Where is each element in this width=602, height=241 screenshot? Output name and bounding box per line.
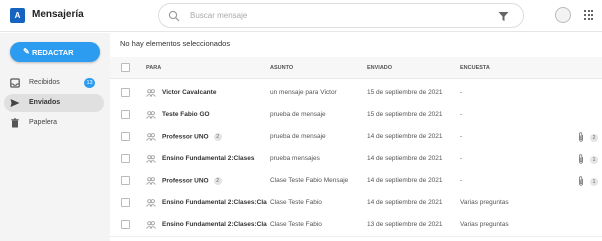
recipient-cell: Teste Fabio GO	[162, 111, 210, 118]
row-checkbox[interactable]	[121, 110, 130, 119]
table-header: PARA ASUNTO ENVIADO ENCUESTA	[110, 57, 602, 79]
sidebar: ✎ REDACTAR Recibidos 13 Enviados Papeler…	[0, 33, 110, 241]
sent-date-cell: 14 de septiembre de 2021	[367, 155, 443, 162]
pencil-icon: ✎	[23, 47, 30, 56]
group-icon	[146, 133, 156, 143]
attachment-count-badge: 1	[590, 156, 598, 164]
apps-grid-icon[interactable]	[584, 10, 594, 20]
sidebar-item-label: Enviados	[29, 99, 61, 106]
selection-status: No hay elementos seleccionados	[120, 39, 231, 48]
sidebar-item-label: Papelera	[29, 119, 58, 126]
recipient-count-badge: 2	[213, 133, 222, 141]
recipient-name: Teste Fabio GO	[162, 111, 210, 118]
group-icon	[146, 221, 156, 231]
table-row[interactable]: Ensino Fundamental 2:Clases prueba mensaj…	[110, 148, 602, 171]
attachment-count-badge: 1	[590, 178, 598, 186]
paperclip-icon[interactable]	[578, 154, 584, 166]
sidebar-item-enviados[interactable]: Enviados	[4, 94, 104, 112]
sidebar-item-papelera[interactable]: Papelera	[4, 114, 104, 132]
send-icon	[10, 98, 20, 108]
app-logo[interactable]: A	[10, 8, 25, 23]
inbox-icon	[10, 78, 20, 88]
compose-button[interactable]: ✎ REDACTAR	[10, 42, 100, 62]
row-checkbox[interactable]	[121, 154, 130, 163]
table-row[interactable]: Ensino Fundamental 2:Clases:Cla Clase Tes…	[110, 214, 602, 237]
sidebar-item-label: Recibidos	[29, 79, 60, 86]
survey-cell: Varias preguntas	[460, 221, 509, 228]
app-title: Mensajería	[32, 9, 84, 20]
sidebar-item-recibidos[interactable]: Recibidos 13	[4, 74, 104, 92]
table-row[interactable]: Professor UNO 2 prueba de mensaje 14 de sep…	[110, 126, 602, 149]
survey-cell: Varias preguntas	[460, 199, 509, 206]
row-checkbox[interactable]	[121, 176, 130, 185]
recipient-name: Professor UNO	[162, 177, 209, 185]
recipient-cell: Victor Cavalcante	[162, 89, 216, 96]
recipient-name: Ensino Fundamental 2:Clases	[162, 155, 255, 162]
survey-cell: -	[460, 111, 463, 118]
sent-date-cell: 15 de septiembre de 2021	[367, 89, 443, 96]
unread-badge: 13	[84, 78, 95, 88]
group-icon	[146, 155, 156, 165]
table-row[interactable]: Ensino Fundamental 2:Clases:Cla Clase Tes…	[110, 192, 602, 215]
table-row[interactable]: Teste Fabio GO prueba de mensaje 15 de sep…	[110, 104, 602, 127]
trash-icon	[10, 118, 20, 128]
message-list-panel: No hay elementos seleccionados PARA ASUN…	[110, 33, 602, 241]
table-row[interactable]: Professor UNO 2 Clase Teste Fabio Mensaje 1…	[110, 170, 602, 193]
survey-cell: -	[460, 155, 463, 162]
group-icon	[146, 89, 156, 99]
subject-cell: Clase Teste Fabio	[270, 199, 322, 206]
recipient-name: Professor UNO	[162, 133, 209, 141]
table-row[interactable]: Victor Cavalcante un mensaje para Victor 1…	[110, 82, 602, 105]
subject-cell: prueba de mensaje	[270, 133, 326, 140]
recipient-cell: Professor UNO 2	[162, 177, 222, 185]
recipient-name: Ensino Fundamental 2:Clases:Cla	[162, 221, 267, 228]
top-bar: A Mensajería Buscar mensaje	[0, 0, 602, 32]
sent-date-cell: 13 de septiembre de 2021	[367, 221, 443, 228]
column-header-asunto[interactable]: ASUNTO	[270, 65, 293, 71]
sent-date-cell: 14 de septiembre de 2021	[367, 177, 443, 184]
recipient-name: Ensino Fundamental 2:Clases:Cla	[162, 199, 267, 206]
group-icon	[146, 111, 156, 121]
recipient-cell: Ensino Fundamental 2:Clases:Cla	[162, 199, 267, 206]
sent-date-cell: 15 de septiembre de 2021	[367, 111, 443, 118]
recipient-cell: Ensino Fundamental 2:Clases	[162, 155, 254, 162]
search-bar[interactable]: Buscar mensaje	[158, 3, 524, 28]
subject-cell: Clase Teste Fabio Mensaje	[270, 177, 349, 184]
row-checkbox[interactable]	[121, 220, 130, 229]
user-avatar[interactable]	[555, 7, 571, 23]
select-all-checkbox[interactable]	[121, 63, 130, 72]
row-checkbox[interactable]	[121, 88, 130, 97]
recipient-count-badge: 2	[213, 177, 222, 185]
column-header-para[interactable]: PARA	[146, 65, 161, 71]
subject-cell: prueba mensajes	[270, 155, 320, 162]
column-header-encuesta[interactable]: ENCUESTA	[460, 65, 490, 71]
group-icon	[146, 177, 156, 187]
recipient-name: Victor Cavalcante	[162, 89, 217, 96]
compose-label: REDACTAR	[32, 48, 74, 57]
column-header-enviado[interactable]: ENVIADO	[367, 65, 392, 71]
survey-cell: -	[460, 177, 463, 184]
survey-cell: -	[460, 89, 463, 96]
subject-cell: un mensaje para Victor	[270, 89, 337, 96]
search-icon	[168, 10, 180, 22]
subject-cell: Clase Teste Fabio	[270, 221, 322, 228]
group-icon	[146, 199, 156, 209]
paperclip-icon[interactable]	[578, 132, 584, 144]
sent-date-cell: 14 de septiembre de 2021	[367, 199, 443, 206]
recipient-cell: Professor UNO 2	[162, 133, 222, 141]
subject-cell: prueba de mensaje	[270, 111, 326, 118]
row-checkbox[interactable]	[121, 198, 130, 207]
paperclip-icon[interactable]	[578, 176, 584, 188]
survey-cell: -	[460, 133, 463, 140]
recipient-cell: Ensino Fundamental 2:Clases:Cla	[162, 221, 267, 228]
row-checkbox[interactable]	[121, 132, 130, 141]
sent-date-cell: 14 de septiembre de 2021	[367, 133, 443, 140]
attachment-count-badge: 2	[590, 134, 598, 142]
filter-icon[interactable]	[498, 11, 509, 22]
search-input[interactable]: Buscar mensaje	[190, 11, 247, 20]
